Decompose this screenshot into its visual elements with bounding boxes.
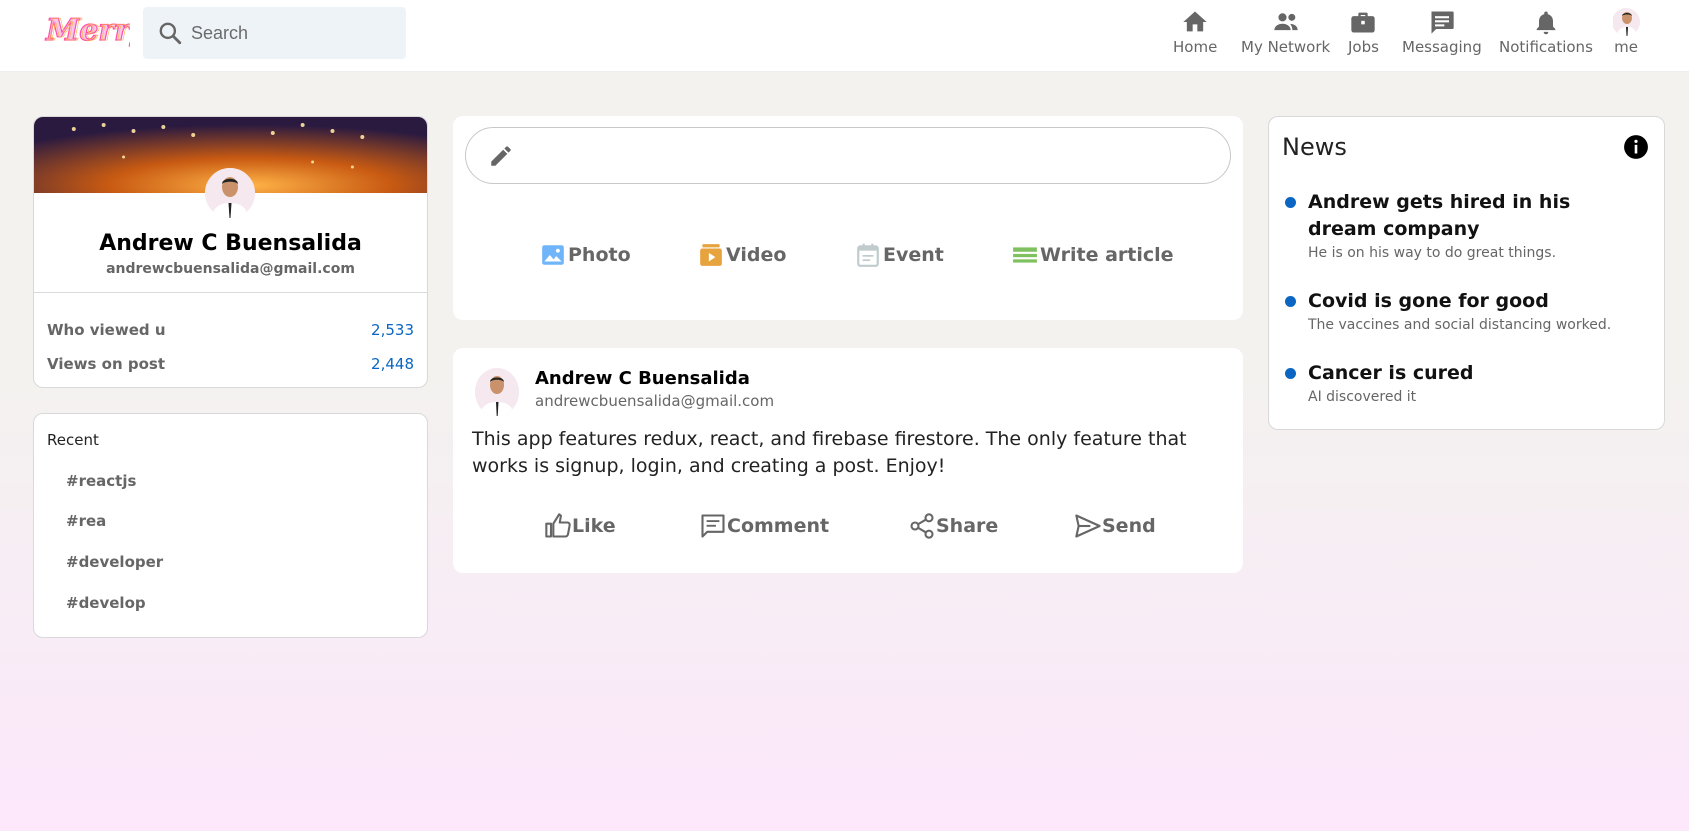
option-label: Event [883, 244, 944, 266]
news-card: News Andrew gets hired in his dream comp… [1268, 116, 1665, 430]
recent-card: Recent #reactjs #rea #developer #develop [33, 413, 428, 638]
action-label: Share [936, 515, 999, 537]
chat-icon [1431, 11, 1454, 34]
news-subtitle: The vaccines and social distancing worke… [1308, 317, 1612, 333]
option-label: Photo [568, 244, 631, 266]
action-label: Send [1102, 515, 1156, 537]
composer-event-button[interactable]: Event [855, 242, 944, 268]
news-subtitle: He is on his way to do great things. [1308, 245, 1557, 261]
nav-label: Messaging [1402, 38, 1482, 56]
post-message: This app features redux, react, and fire… [472, 428, 1187, 477]
comment-icon [701, 514, 725, 538]
option-label: Video [726, 244, 787, 266]
recent-tag[interactable]: #develop [66, 594, 146, 612]
feed-post: Andrew C Buensalida andrewcbuensalida@gm… [453, 348, 1243, 573]
composer-video-button[interactable]: Video [698, 242, 786, 268]
comment-button[interactable]: Comment [699, 512, 829, 540]
stat-value: 2,533 [371, 321, 414, 339]
recent-tag[interactable]: #developer [66, 553, 163, 571]
stat-who-viewed[interactable]: Who viewed u 2,533 [47, 321, 414, 339]
bullet-dot-icon [1285, 368, 1296, 379]
news-title: News [1282, 133, 1347, 161]
action-label: Like [572, 515, 616, 537]
stat-views-on-post[interactable]: Views on post 2,448 [47, 355, 414, 373]
merry-logo[interactable]: Merry Merry [44, 6, 130, 60]
send-button[interactable]: Send [1074, 512, 1156, 540]
news-headline: Andrew gets hired in his dream company [1308, 191, 1571, 240]
share-button[interactable]: Share [908, 512, 998, 540]
nav-label: Notifications [1499, 38, 1593, 56]
profile-name: Andrew C Buensalida [99, 231, 362, 256]
bullet-dot-icon [1285, 296, 1296, 307]
info-icon[interactable] [1623, 134, 1649, 160]
pencil-icon [491, 145, 511, 166]
recent-title: Recent [47, 431, 99, 449]
nav-notifications[interactable]: Notifications [1499, 8, 1593, 60]
article-icon [1013, 247, 1037, 263]
news-headline: Covid is gone for good [1308, 290, 1549, 312]
stat-label: Who viewed u [47, 321, 166, 339]
news-headline: Cancer is cured [1308, 362, 1474, 384]
svg-text:Merry: Merry [47, 13, 130, 48]
thumbs-up-icon [545, 513, 571, 538]
stat-value: 2,448 [371, 355, 414, 373]
top-nav-bar: Merry Merry Home My Network Jobs Messagi… [0, 0, 1689, 72]
composer-write-article-button[interactable]: Write article [1012, 242, 1174, 268]
news-subtitle: AI discovered it [1308, 389, 1417, 405]
search-input[interactable] [191, 22, 391, 44]
news-item[interactable]: Cancer is cured AI discovered it [1285, 360, 1644, 405]
divider [34, 292, 427, 293]
post-input[interactable] [465, 127, 1231, 184]
send-icon [1075, 514, 1101, 538]
home-icon [1183, 11, 1207, 32]
nav-me[interactable]: me [1612, 8, 1640, 60]
nav-home[interactable]: Home [1173, 8, 1217, 60]
composer-photo-button[interactable]: Photo [540, 242, 631, 268]
share-icon [910, 513, 934, 539]
stat-label: Views on post [47, 355, 166, 373]
profile-card: Andrew C Buensalida andrewcbuensalida@gm… [33, 116, 428, 388]
search-bar[interactable] [143, 7, 406, 59]
search-icon [159, 22, 182, 45]
nav-my-network[interactable]: My Network [1241, 8, 1330, 60]
post-avatar[interactable] [475, 368, 519, 416]
bullet-dot-icon [1285, 197, 1296, 208]
recent-tag[interactable]: #reactjs [66, 472, 136, 490]
profile-email: andrewcbuensalida@gmail.com [106, 261, 355, 277]
avatar [1612, 8, 1640, 36]
option-label: Write article [1040, 244, 1174, 266]
nav-messaging[interactable]: Messaging [1402, 8, 1482, 60]
network-icon [1273, 13, 1298, 31]
nav-label: Jobs [1348, 38, 1379, 56]
post-composer: Photo Video Event Write article [453, 116, 1243, 320]
briefcase-icon [1351, 12, 1376, 33]
news-item[interactable]: Andrew gets hired in his dream company H… [1285, 189, 1644, 261]
post-author-email: andrewcbuensalida@gmail.com [535, 392, 775, 410]
video-icon [700, 244, 722, 266]
bell-icon [1536, 11, 1556, 35]
post-author-name[interactable]: Andrew C Buensalida [535, 368, 750, 389]
recent-tag[interactable]: #rea [66, 512, 106, 530]
profile-avatar[interactable] [205, 168, 255, 218]
news-item[interactable]: Covid is gone for good The vaccines and … [1285, 288, 1644, 333]
nav-jobs[interactable]: Jobs [1348, 8, 1379, 60]
like-button[interactable]: Like [544, 512, 616, 540]
photo-icon [542, 245, 564, 265]
nav-label: me [1614, 38, 1638, 56]
nav-label: Home [1173, 38, 1218, 56]
action-label: Comment [727, 515, 830, 537]
nav-label: My Network [1241, 38, 1331, 56]
calendar-icon [857, 243, 879, 267]
